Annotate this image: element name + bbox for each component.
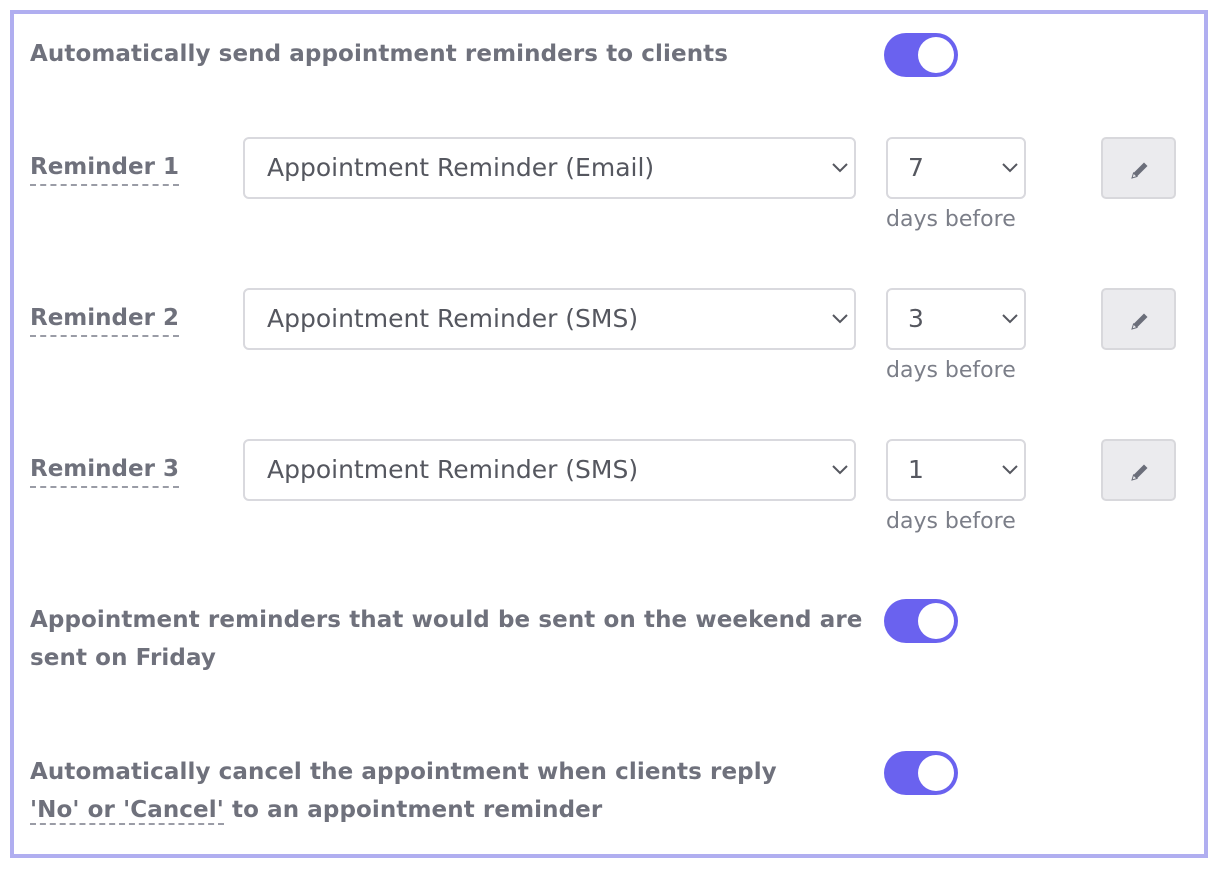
reminder-3-days-suffix: days before: [886, 509, 1016, 534]
pencil-icon: [1131, 464, 1148, 481]
auto-cancel-toggle[interactable]: [884, 751, 958, 795]
toggle-knob: [918, 37, 954, 73]
pencil-icon: [1131, 313, 1148, 330]
reminder-1-days-suffix: days before: [886, 207, 1016, 232]
chevron-down-icon: [1002, 465, 1018, 475]
reminder-2-days-suffix: days before: [886, 358, 1016, 383]
reminder-2-edit-button[interactable]: [1101, 288, 1176, 350]
pencil-icon: [1131, 162, 1148, 179]
weekend-label: Appointment reminders that would be sent…: [30, 601, 863, 677]
reminder-1-days-select[interactable]: 7: [886, 137, 1026, 199]
reminder-2-template-select[interactable]: Appointment Reminder (SMS): [243, 288, 856, 350]
reminder-3-template-select[interactable]: Appointment Reminder (SMS): [243, 439, 856, 501]
auto-send-label: Automatically send appointment reminders…: [30, 41, 729, 67]
reminder-3-edit-button[interactable]: [1101, 439, 1176, 501]
chevron-down-icon: [832, 163, 848, 173]
toggle-knob: [918, 603, 954, 639]
chevron-down-icon: [832, 465, 848, 475]
reminder-1-template-value: Appointment Reminder (Email): [267, 153, 655, 182]
toggle-knob: [918, 755, 954, 791]
auto-cancel-label: Automatically cancel the appointment whe…: [30, 753, 777, 829]
weekend-label-line-1: Appointment reminders that would be sent…: [30, 607, 863, 633]
reminder-2-label[interactable]: Reminder 2: [30, 303, 179, 337]
reminder-2-days-select[interactable]: 3: [886, 288, 1026, 350]
chevron-down-icon: [1002, 163, 1018, 173]
auto-cancel-label-line-2: 'No' or 'Cancel' to an appointment remin…: [30, 791, 777, 829]
reminder-1-label[interactable]: Reminder 1: [30, 152, 179, 186]
weekend-toggle[interactable]: [884, 599, 958, 643]
reminder-3-days-select[interactable]: 1: [886, 439, 1026, 501]
reminder-2-template-value: Appointment Reminder (SMS): [267, 304, 639, 333]
auto-cancel-label-line-2-rest: to an appointment reminder: [223, 797, 603, 823]
weekend-label-line-2: sent on Friday: [30, 645, 216, 671]
chevron-down-icon: [832, 314, 848, 324]
cancel-keywords-tooltip-link[interactable]: 'No' or 'Cancel': [30, 797, 224, 825]
reminder-1-days-value: 7: [908, 153, 924, 182]
reminder-1-edit-button[interactable]: [1101, 137, 1176, 199]
reminder-1-template-select[interactable]: Appointment Reminder (Email): [243, 137, 856, 199]
reminder-3-label[interactable]: Reminder 3: [30, 454, 179, 488]
reminder-2-days-value: 3: [908, 304, 924, 333]
auto-cancel-label-line-1: Automatically cancel the appointment whe…: [30, 759, 777, 785]
reminder-3-template-value: Appointment Reminder (SMS): [267, 455, 639, 484]
auto-send-toggle[interactable]: [884, 33, 958, 77]
reminder-3-days-value: 1: [908, 455, 924, 484]
chevron-down-icon: [1002, 314, 1018, 324]
